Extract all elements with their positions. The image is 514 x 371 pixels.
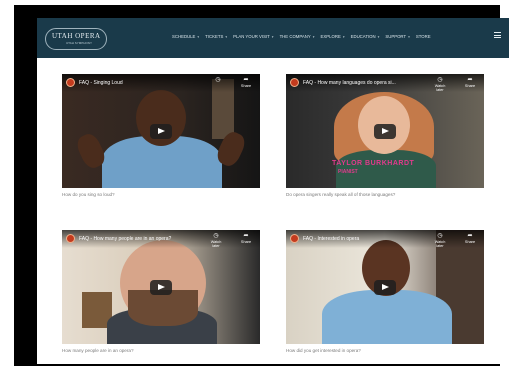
video-title[interactable]: FAQ - How many people are in an opera? (79, 236, 171, 242)
share-button[interactable]: ➦ Share (462, 233, 478, 244)
video-title[interactable]: FAQ - How many languages do opera si... (303, 80, 396, 86)
chevron-down-icon: ▾ (197, 34, 200, 39)
nav-item-store[interactable]: STORE (416, 34, 431, 39)
channel-avatar[interactable] (66, 78, 75, 87)
nav-item-education[interactable]: EDUCATION ▾ (351, 34, 380, 39)
video-player[interactable]: FAQ - Interested in opera ◷ Watch later ➦… (286, 230, 484, 344)
site-logo[interactable]: UTAH OPERA UTAH SYMPHONY (45, 28, 107, 50)
video-card: FAQ - Interested in opera ◷ Watch later ➦… (286, 230, 486, 353)
video-title[interactable]: FAQ - Interested in opera (303, 236, 359, 242)
watch-later-button[interactable]: ◷ Watch later (432, 77, 448, 92)
video-card: FAQ - Singing Loud ◷ ➦ Share How do you s… (62, 74, 262, 197)
share-icon: ➦ (243, 233, 249, 239)
hamburger-icon[interactable] (494, 32, 501, 38)
channel-avatar[interactable] (290, 234, 299, 243)
watch-later-button[interactable]: ◷ Watch later (208, 233, 224, 248)
nav-item-the-company[interactable]: THE COMPANY ▾ (280, 34, 315, 39)
clock-icon: ◷ (215, 77, 221, 83)
video-player[interactable]: FAQ - Singing Loud ◷ ➦ Share (62, 74, 260, 188)
video-caption: How many people are in an opera? (62, 348, 134, 353)
watch-later-button[interactable]: ◷ Watch later (432, 233, 448, 248)
clock-icon: ◷ (437, 77, 443, 83)
chevron-down-icon: ▾ (377, 34, 380, 39)
nav-item-plan-your-visit[interactable]: PLAN YOUR VISIT ▾ (233, 34, 273, 39)
video-caption: Do opera singers really speak all of tho… (286, 192, 396, 197)
chevron-down-icon: ▾ (312, 34, 315, 39)
video-caption: How did you get interested in opera? (286, 348, 361, 353)
share-button[interactable]: ➦ Share (238, 77, 254, 88)
nav-item-tickets[interactable]: TICKETS ▾ (205, 34, 227, 39)
role-lower-third: PIANIST (338, 169, 358, 175)
video-card: FAQ - How many languages do opera si... … (286, 74, 486, 197)
nav-item-support[interactable]: SUPPORT ▾ (385, 34, 409, 39)
browser-viewport: UTAH OPERA UTAH SYMPHONY SCHEDULE ▾ TICKE… (37, 18, 509, 364)
name-lower-third: TAYLOR BURKHARDT (332, 160, 415, 167)
channel-avatar[interactable] (66, 234, 75, 243)
clock-icon: ◷ (437, 233, 443, 239)
play-button[interactable] (374, 280, 396, 295)
video-grid: FAQ - Singing Loud ◷ ➦ Share How do you s… (37, 58, 509, 364)
nav-item-schedule[interactable]: SCHEDULE ▾ (172, 34, 199, 39)
chevron-down-icon: ▾ (225, 34, 228, 39)
channel-avatar[interactable] (290, 78, 299, 87)
main-menu: SCHEDULE ▾ TICKETS ▾ PLAN YOUR VISIT ▾ THE … (172, 34, 431, 39)
logo-text: UTAH OPERA (52, 32, 101, 40)
nav-item-explore[interactable]: EXPLORE ▾ (321, 34, 345, 39)
photo-frame: UTAH OPERA UTAH SYMPHONY SCHEDULE ▾ TICKE… (14, 5, 509, 366)
watch-later-button[interactable]: ◷ (210, 77, 226, 84)
play-button[interactable] (150, 280, 172, 295)
video-player[interactable]: FAQ - How many people are in an opera? ◷… (62, 230, 260, 344)
clock-icon: ◷ (213, 233, 219, 239)
video-player[interactable]: FAQ - How many languages do opera si... … (286, 74, 484, 188)
share-icon: ➦ (243, 77, 249, 83)
share-button[interactable]: ➦ Share (238, 233, 254, 244)
top-navigation-bar: UTAH OPERA UTAH SYMPHONY SCHEDULE ▾ TICKE… (37, 18, 509, 58)
share-icon: ➦ (467, 233, 473, 239)
video-title[interactable]: FAQ - Singing Loud (79, 80, 123, 86)
chevron-down-icon: ▾ (408, 34, 410, 39)
video-caption: How do you sing so loud? (62, 192, 115, 197)
chevron-down-icon: ▾ (342, 34, 345, 39)
chevron-down-icon: ▾ (271, 34, 274, 39)
share-icon: ➦ (467, 77, 473, 83)
video-card: FAQ - How many people are in an opera? ◷… (62, 230, 262, 353)
share-button[interactable]: ➦ Share (462, 77, 478, 88)
logo-subtext: UTAH SYMPHONY (66, 41, 92, 45)
play-button[interactable] (374, 124, 396, 139)
play-button[interactable] (150, 124, 172, 139)
